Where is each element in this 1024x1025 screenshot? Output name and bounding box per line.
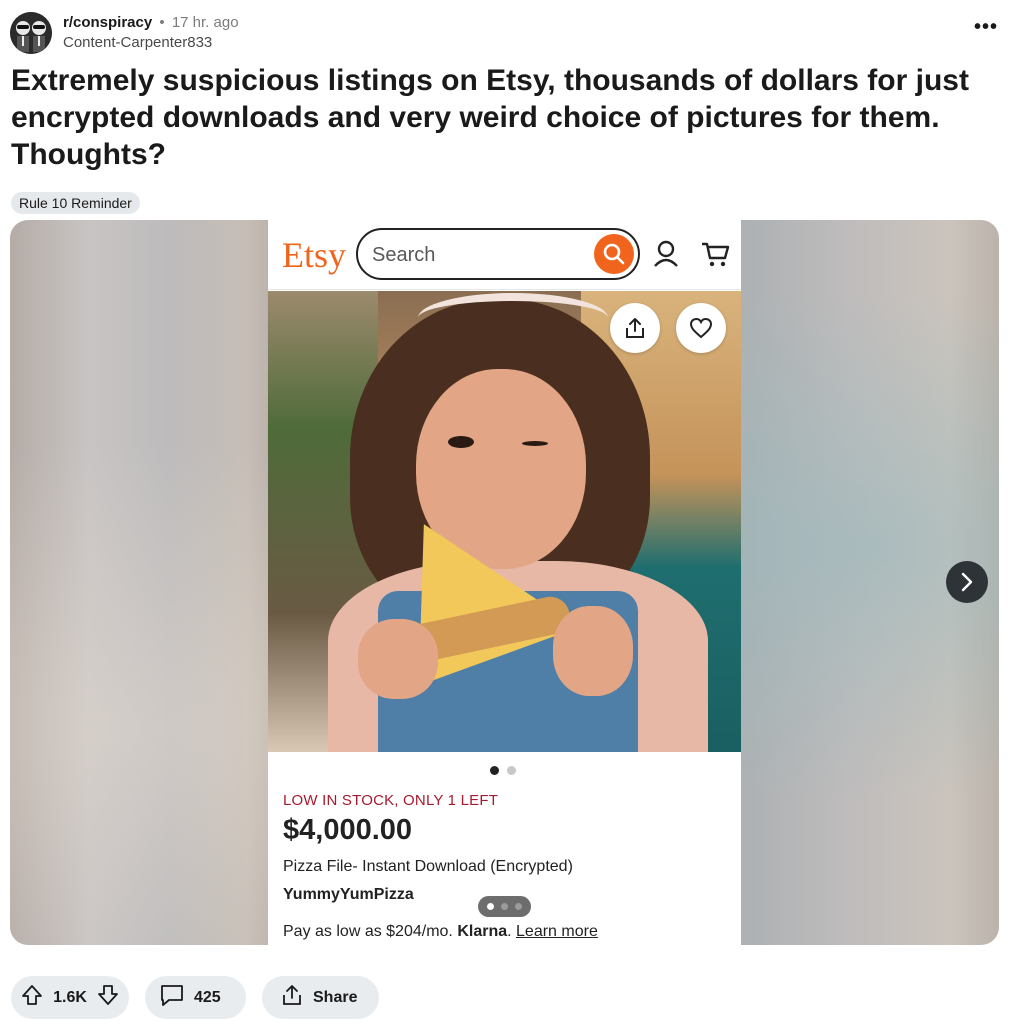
etsy-screenshot: Etsy Search LOW IN STOCK, ONLY 1 LEFT $4… [268, 220, 741, 945]
share-button[interactable]: Share [262, 976, 379, 1019]
listing-price: $4,000.00 [283, 814, 413, 846]
subreddit-name[interactable]: r/conspiracy [63, 14, 152, 31]
vote-count: 1.6K [53, 988, 87, 1006]
comments-button[interactable]: 425 [145, 976, 246, 1019]
downvote-icon[interactable] [97, 984, 119, 1011]
pay-text: Pay as low as $204/mo. [283, 923, 453, 940]
etsy-search-input [372, 242, 582, 268]
payment-line: Pay as low as $204/mo. Klarna. Learn mor… [283, 923, 598, 941]
cart-icon [700, 240, 730, 268]
listing-title: Pizza File- Instant Download (Encrypted) [283, 858, 573, 875]
share-icon [610, 303, 660, 353]
learn-more-link: Learn more [516, 923, 598, 940]
share-label: Share [313, 988, 358, 1006]
image-gallery[interactable]: Etsy Search LOW IN STOCK, ONLY 1 LEFT $4… [10, 220, 999, 945]
heart-icon [676, 303, 726, 353]
listing-photo [268, 291, 741, 752]
pay-period: . [507, 923, 512, 940]
meta-separator: • [159, 14, 165, 31]
vote-control: 1.6K [11, 976, 129, 1019]
photo-dots [490, 766, 516, 775]
more-options-button[interactable]: ••• [974, 17, 998, 37]
etsy-header: Etsy [268, 220, 741, 290]
klarna-label: Klarna [457, 923, 508, 940]
post-actions: 1.6K 425 Share [11, 976, 379, 1019]
post-header: r/conspiracy • 17 hr. ago Content-Carpen… [10, 12, 239, 54]
gallery-pager [478, 896, 531, 917]
share-icon [280, 983, 304, 1012]
user-icon [653, 240, 679, 268]
comment-icon [159, 982, 185, 1013]
shop-name: YummyYumPizza [283, 886, 414, 903]
post-flair[interactable]: Rule 10 Reminder [11, 192, 140, 214]
author-name[interactable]: Content-Carpenter833 [63, 33, 239, 53]
search-icon [594, 234, 634, 274]
chevron-right-icon [961, 572, 973, 592]
comment-count: 425 [194, 988, 221, 1006]
etsy-logo: Etsy [282, 235, 347, 275]
post-time: 17 hr. ago [171, 14, 239, 31]
post-title: Extremely suspicious listings on Etsy, t… [11, 64, 969, 171]
etsy-search-bar [356, 228, 640, 280]
stock-notice: LOW IN STOCK, ONLY 1 LEFT [283, 792, 499, 809]
gallery-next-button[interactable] [946, 561, 988, 603]
subreddit-avatar[interactable] [10, 12, 52, 54]
upvote-icon[interactable] [21, 984, 43, 1011]
